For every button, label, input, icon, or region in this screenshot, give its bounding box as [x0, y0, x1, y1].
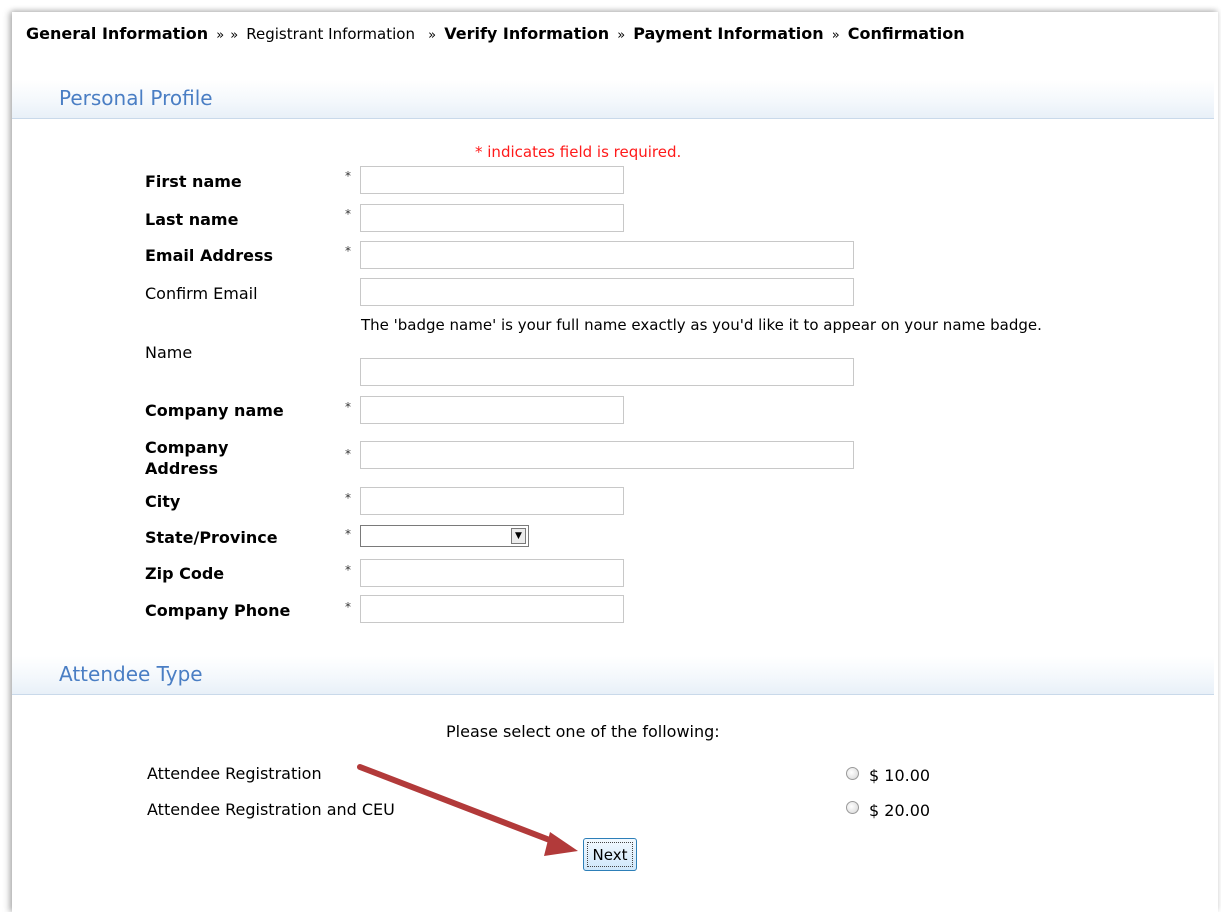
arrow-head	[544, 832, 578, 856]
arrow-shaft	[357, 764, 563, 847]
arrow-icon	[357, 764, 578, 856]
